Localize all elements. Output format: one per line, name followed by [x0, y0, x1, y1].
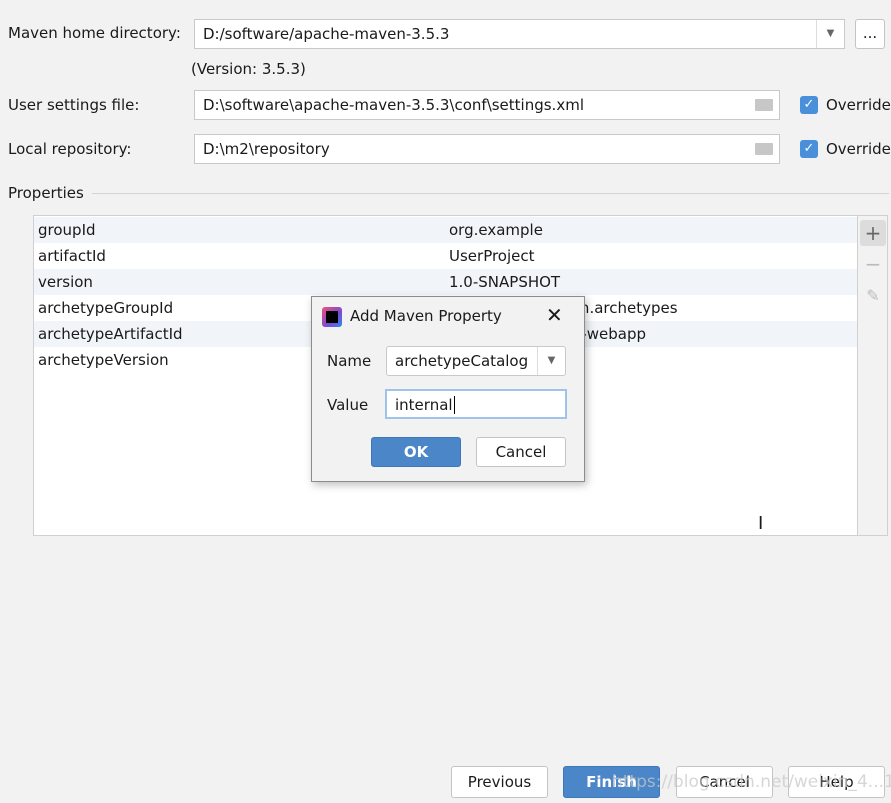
property-name: archetypeGroupId: [38, 299, 174, 317]
maven-home-label: Maven home directory:: [8, 24, 181, 42]
intellij-logo-icon: [322, 307, 342, 327]
maven-version: (Version: 3.5.3): [191, 60, 306, 78]
local-repo-value: D:\m2\repository: [203, 140, 330, 158]
user-settings-value: D:\software\apache-maven-3.5.3\conf\sett…: [203, 96, 584, 114]
property-value: 1.0-SNAPSHOT: [449, 273, 561, 291]
override-label: Override: [826, 96, 891, 114]
ok-button[interactable]: OK: [371, 437, 461, 467]
user-settings-input[interactable]: D:\software\apache-maven-3.5.3\conf\sett…: [194, 90, 780, 120]
folder-icon[interactable]: [755, 143, 773, 155]
chevron-down-icon[interactable]: ▼: [537, 347, 565, 375]
table-row[interactable]: groupId org.example: [34, 217, 857, 243]
override-label: Override: [826, 140, 891, 158]
table-row[interactable]: version 1.0-SNAPSHOT: [34, 269, 857, 295]
add-icon[interactable]: +: [860, 220, 886, 246]
user-settings-override-checkbox[interactable]: ✓: [800, 96, 818, 114]
value-text: internal: [395, 396, 455, 414]
browse-button[interactable]: ...: [855, 19, 885, 49]
property-name: version: [38, 273, 93, 291]
user-settings-label: User settings file:: [8, 96, 140, 114]
text-cursor-icon: I: [758, 513, 764, 534]
dialog-title: Add Maven Property: [350, 307, 502, 325]
previous-button[interactable]: Previous: [451, 766, 548, 798]
table-toolbar: + − ✎: [858, 215, 888, 536]
watermark: https://blog.csdn.net/weixin_4...163: [612, 772, 891, 792]
folder-icon[interactable]: [755, 99, 773, 111]
edit-pencil-icon[interactable]: ✎: [860, 286, 886, 305]
table-row[interactable]: artifactId UserProject: [34, 243, 857, 269]
separator: [92, 193, 889, 194]
local-repo-label: Local repository:: [8, 140, 132, 158]
close-icon[interactable]: ✕: [546, 303, 563, 327]
property-name: archetypeVersion: [38, 351, 169, 369]
remove-icon[interactable]: −: [860, 252, 886, 276]
local-repo-override-checkbox[interactable]: ✓: [800, 140, 818, 158]
property-name: archetypeArtifactId: [38, 325, 183, 343]
property-value: org.example: [449, 221, 543, 239]
name-value: archetypeCatalog: [395, 352, 529, 370]
name-label: Name: [327, 352, 372, 370]
maven-home-value: D:/software/apache-maven-3.5.3: [203, 25, 450, 43]
value-label: Value: [327, 396, 369, 414]
property-value: UserProject: [449, 247, 535, 265]
chevron-down-icon[interactable]: ▼: [816, 20, 844, 48]
maven-home-combo[interactable]: D:/software/apache-maven-3.5.3 ▼: [194, 19, 845, 49]
add-maven-property-dialog: Add Maven Property ✕ Name archetypeCatal…: [311, 296, 585, 482]
name-combo[interactable]: archetypeCatalog ▼: [386, 346, 566, 376]
local-repo-input[interactable]: D:\m2\repository: [194, 134, 780, 164]
dialog-cancel-button[interactable]: Cancel: [476, 437, 566, 467]
properties-title: Properties: [8, 184, 84, 202]
property-name: groupId: [38, 221, 96, 239]
value-input[interactable]: internal: [385, 389, 567, 419]
property-name: artifactId: [38, 247, 106, 265]
